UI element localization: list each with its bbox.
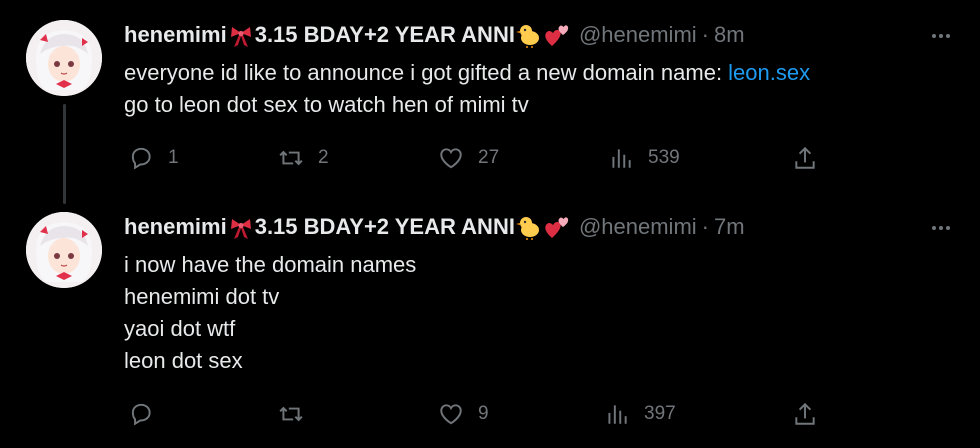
hearts-emoji-icon (545, 25, 569, 46)
like-count: 27 (478, 147, 500, 168)
thread-line (63, 104, 66, 204)
views-count: 539 (648, 147, 680, 168)
share-button[interactable] (792, 399, 818, 429)
like-button[interactable]: 9 (438, 399, 489, 429)
separator: · (701, 214, 709, 239)
share-icon (795, 402, 815, 425)
retweet-button[interactable] (278, 399, 318, 429)
more-button[interactable] (928, 26, 954, 46)
retweet-icon (279, 406, 303, 422)
avatar[interactable] (26, 20, 102, 96)
views-count: 397 (644, 403, 676, 424)
views-button[interactable]: 539 (608, 143, 680, 173)
more-button[interactable] (928, 218, 954, 238)
tweet-text-line: everyone id like to announce i got gifte… (124, 60, 729, 85)
ribbon-emoji-icon (230, 219, 251, 239)
timestamp[interactable]: 7m (714, 214, 745, 240)
like-button[interactable]: 27 (438, 143, 499, 173)
tweet-text: i now have the domain names henemimi dot… (124, 249, 416, 377)
display-name[interactable]: henemimi (124, 22, 227, 48)
tweet-text-line: go to leon dot sex to watch hen of mimi … (124, 92, 529, 117)
like-count: 9 (478, 403, 489, 424)
reply-button[interactable] (128, 399, 168, 429)
tweet-1[interactable]: henemimi 3.15 BDAY+2 YEAR ANNI @henemimi… (0, 0, 980, 204)
tweet-text-line: leon dot sex (124, 348, 243, 373)
avatar[interactable] (26, 212, 102, 288)
ribbon-emoji-icon (230, 27, 251, 47)
tweet-text-line: henemimi dot tv (124, 284, 280, 309)
retweet-count: 2 (318, 147, 329, 168)
timestamp[interactable]: 8m (714, 22, 745, 48)
views-button[interactable]: 397 (604, 399, 676, 429)
tweet-text-line: i now have the domain names (124, 252, 417, 277)
chick-emoji-icon (515, 25, 539, 48)
tweet-header: henemimi 3.15 BDAY+2 YEAR ANNI @henemimi… (124, 214, 745, 240)
display-name-suffix[interactable]: 3.15 BDAY+2 YEAR ANNI (255, 22, 515, 48)
reply-icon (131, 147, 151, 170)
retweet-icon (279, 150, 303, 166)
views-icon (608, 405, 627, 424)
share-button[interactable] (792, 143, 818, 173)
display-name-suffix[interactable]: 3.15 BDAY+2 YEAR ANNI (255, 214, 515, 240)
reply-button[interactable]: 1 (128, 143, 179, 173)
separator: · (701, 22, 709, 47)
tweet-actions: 1 2 27 539 (124, 143, 824, 173)
tweet-text: everyone id like to announce i got gifte… (124, 57, 810, 121)
share-icon (795, 146, 815, 169)
tweet-actions: 9 397 (124, 399, 824, 429)
views-icon (612, 149, 631, 168)
heart-icon (440, 148, 462, 169)
heart-icon (440, 404, 462, 425)
handle[interactable]: @henemimi (579, 214, 697, 240)
reply-icon (131, 403, 151, 426)
tweet-2[interactable]: henemimi 3.15 BDAY+2 YEAR ANNI @henemimi… (0, 204, 980, 448)
tweet-header: henemimi 3.15 BDAY+2 YEAR ANNI @henemimi… (124, 22, 745, 48)
chick-emoji-icon (515, 217, 539, 240)
handle[interactable]: @henemimi (579, 22, 697, 48)
more-icon (932, 226, 950, 230)
reply-count: 1 (168, 147, 179, 168)
hearts-emoji-icon (545, 217, 569, 238)
tweet-text-line: yaoi dot wtf (124, 316, 236, 341)
display-name[interactable]: henemimi (124, 214, 227, 240)
more-icon (932, 34, 950, 38)
retweet-button[interactable]: 2 (278, 143, 329, 173)
tweet-link[interactable]: leon.sex (728, 60, 810, 85)
